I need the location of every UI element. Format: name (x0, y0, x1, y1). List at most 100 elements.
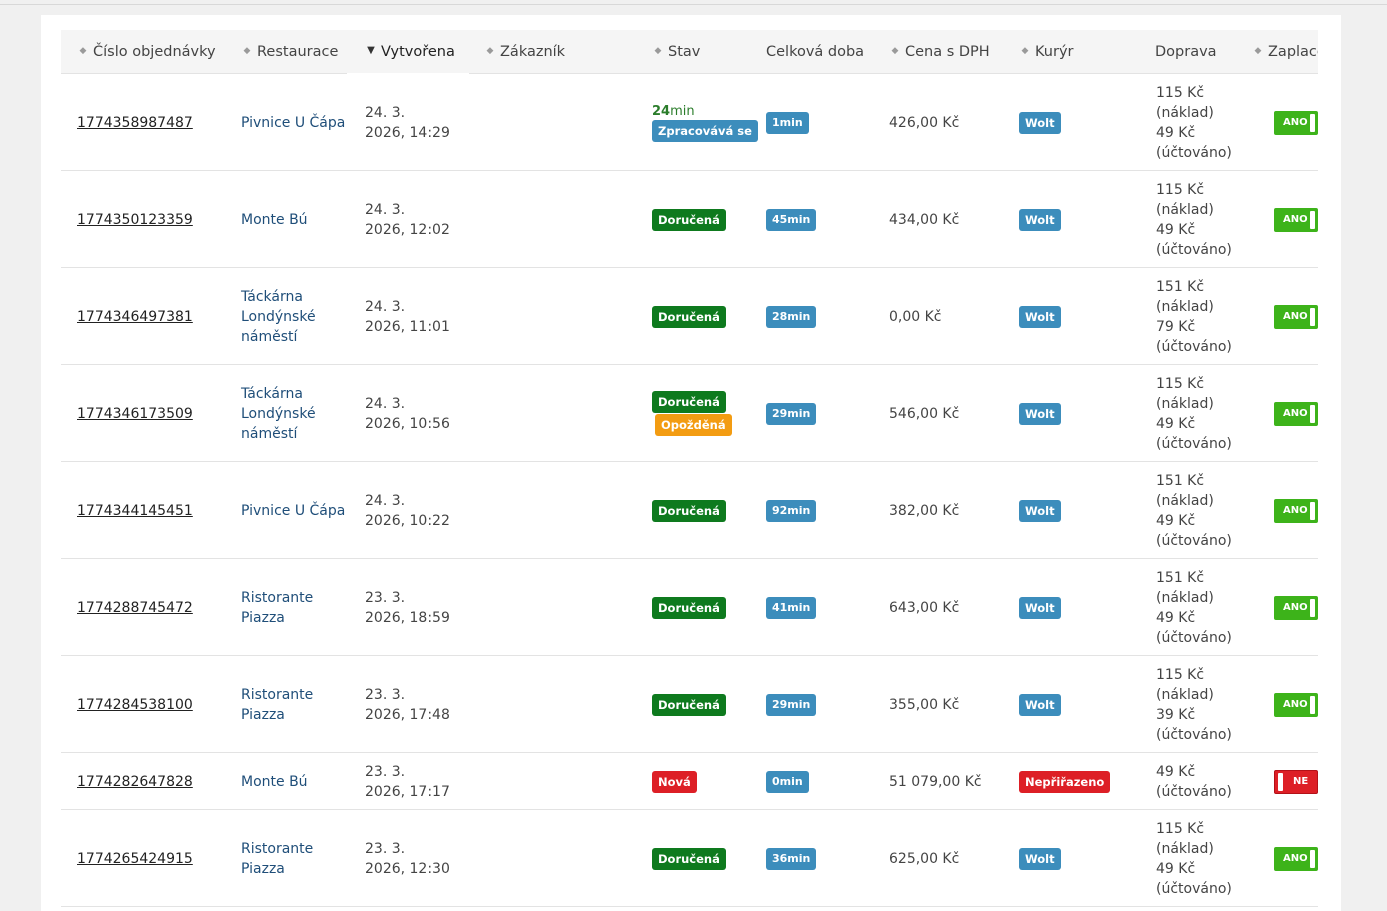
transport-line: 49 Kč (1156, 416, 1196, 432)
paid-toggle-label: ANO (1283, 504, 1308, 516)
created-date: 24. 3. (365, 104, 406, 121)
sort-icon: ◆ (1254, 46, 1262, 56)
paid-toggle[interactable]: ANO (1274, 401, 1318, 426)
status-badge: Doručená (652, 499, 726, 522)
duration-badge: 41min (766, 596, 817, 619)
transport-line: (náklad) (1156, 493, 1214, 509)
status-badge: Doručená (652, 596, 726, 619)
column-header-duration: Celková doba (766, 44, 865, 60)
restaurant-link[interactable]: Ristorante Piazza (241, 588, 313, 628)
transport-line: (účtováno) (1156, 727, 1232, 743)
restaurant-link[interactable]: Monte Bú (241, 210, 308, 230)
price-with-vat: 0,00 Kč (889, 308, 942, 325)
order-number-link[interactable]: 1774346497381 (77, 307, 193, 327)
created-datetime: 24. 3. 2026, 14:29 (365, 103, 450, 143)
restaurant-name-line: Táckárna (241, 288, 303, 305)
column-header-customer[interactable]: ◆ Zákazník (484, 30, 566, 74)
transport-cost: 115 Kč (náklad) 49 Kč (účtováno) (1156, 819, 1232, 899)
created-time: 2026, 11:01 (365, 318, 450, 335)
transport-line: 49 Kč (1156, 513, 1196, 529)
restaurant-name-line: Piazza (241, 609, 285, 626)
transport-line: 49 Kč (1156, 610, 1196, 626)
courier-badge: Wolt (1019, 847, 1061, 870)
duration-badge: 29min (766, 693, 817, 716)
order-number-link[interactable]: 1774344145451 (77, 501, 193, 521)
created-date: 23. 3. (365, 840, 406, 857)
order-number-link[interactable]: 1774288745472 (77, 598, 193, 618)
paid-toggle[interactable]: ANO (1274, 692, 1318, 717)
restaurant-link[interactable]: Pivnice U Čápa (241, 501, 345, 521)
duration-badge: 92min (766, 499, 817, 522)
state-cell: Doručená (652, 305, 726, 328)
order-number-link[interactable]: 1774350123359 (77, 210, 193, 230)
order-number-link[interactable]: 1774282647828 (77, 772, 193, 792)
duration-badge: 45min (766, 208, 817, 231)
paid-toggle-label: ANO (1283, 852, 1308, 864)
created-time: 2026, 18:59 (365, 609, 450, 626)
sort-icon: ◆ (243, 46, 251, 56)
restaurant-link[interactable]: Ristorante Piazza (241, 685, 313, 725)
status-badge: Doručená (652, 208, 726, 231)
toggle-knob (1310, 307, 1315, 326)
status-badge: Nová (652, 770, 697, 793)
transport-line: (účtováno) (1156, 533, 1232, 549)
state-cell: Nová (652, 770, 697, 793)
transport-line: 151 Kč (1156, 473, 1205, 489)
created-datetime: 23. 3. 2026, 12:30 (365, 839, 450, 879)
order-number-link[interactable]: 1774265424915 (77, 849, 193, 869)
transport-line: (náklad) (1156, 396, 1214, 412)
transport-cost: 151 Kč (náklad) 49 Kč (účtováno) (1156, 568, 1232, 648)
state-cell: Doručená (652, 596, 726, 619)
paid-toggle[interactable]: ANO (1274, 498, 1318, 523)
column-header-created[interactable]: ▼ Vytvořena (347, 30, 469, 75)
transport-line: (náklad) (1156, 687, 1214, 703)
restaurant-link[interactable]: Táckárna Londýnské náměstí (241, 384, 316, 444)
paid-toggle[interactable]: ANO (1274, 304, 1318, 329)
created-date: 23. 3. (365, 763, 406, 780)
transport-cost: 115 Kč (náklad) 49 Kč (účtováno) (1156, 180, 1232, 260)
paid-toggle[interactable]: ANO (1274, 207, 1318, 232)
courier-badge: Wolt (1019, 402, 1061, 425)
column-header-state[interactable]: ◆ Stav (652, 30, 701, 74)
paid-toggle-label: ANO (1283, 213, 1308, 225)
processing-timer: 24min (652, 104, 758, 120)
column-header-paid[interactable]: ◆Zaplace (1252, 30, 1318, 74)
sort-icon: ◆ (1021, 46, 1029, 56)
transport-line: 39 Kč (1156, 707, 1196, 723)
paid-toggle[interactable]: NE (1274, 769, 1318, 794)
price-with-vat: 643,00 Kč (889, 599, 960, 616)
column-header-price[interactable]: ◆ Cena s DPH (889, 30, 990, 74)
column-header-courier[interactable]: ◆ Kurýr (1019, 30, 1074, 74)
transport-line: 115 Kč (1156, 85, 1205, 101)
order-number-link[interactable]: 1774346173509 (77, 404, 193, 424)
duration-badge: 36min (766, 847, 817, 870)
column-header-restaurant[interactable]: ◆ Restaurace (241, 30, 339, 74)
paid-toggle[interactable]: ANO (1274, 595, 1318, 620)
created-date: 24. 3. (365, 201, 406, 218)
paid-toggle-label: ANO (1283, 116, 1308, 128)
transport-line: 151 Kč (1156, 279, 1205, 295)
restaurant-name-line: náměstí (241, 328, 298, 345)
transport-cost: 115 Kč (náklad) 39 Kč (účtováno) (1156, 665, 1232, 745)
restaurant-link[interactable]: Pivnice U Čápa (241, 113, 345, 133)
restaurant-link[interactable]: Ristorante Piazza (241, 839, 313, 879)
column-header-order[interactable]: ◆ Číslo objednávky (77, 30, 216, 74)
paid-toggle[interactable]: ANO (1274, 846, 1318, 871)
order-number-link[interactable]: 1774358987487 (77, 113, 193, 133)
restaurant-link[interactable]: Táckárna Londýnské náměstí (241, 287, 316, 347)
paid-toggle[interactable]: ANO (1274, 110, 1318, 135)
created-datetime: 24. 3. 2026, 12:02 (365, 200, 450, 240)
transport-line: 79 Kč (1156, 319, 1196, 335)
paid-toggle-label: ANO (1283, 310, 1308, 322)
transport-line: 49 Kč (1156, 764, 1196, 780)
restaurant-name-line: Piazza (241, 706, 285, 723)
transport-line: 115 Kč (1156, 182, 1205, 198)
restaurant-link[interactable]: Monte Bú (241, 772, 308, 792)
transport-line: 49 Kč (1156, 222, 1196, 238)
courier-badge: Nepřiřazeno (1019, 770, 1111, 793)
paid-toggle-label: ANO (1283, 407, 1308, 419)
restaurant-name-line: Londýnské (241, 405, 316, 422)
order-number-link[interactable]: 1774284538100 (77, 695, 193, 715)
column-header-transport: Doprava (1155, 44, 1217, 60)
table-row: 1774358987487 Pivnice U Čápa 24. 3. 2026, 1… (61, 74, 1318, 171)
